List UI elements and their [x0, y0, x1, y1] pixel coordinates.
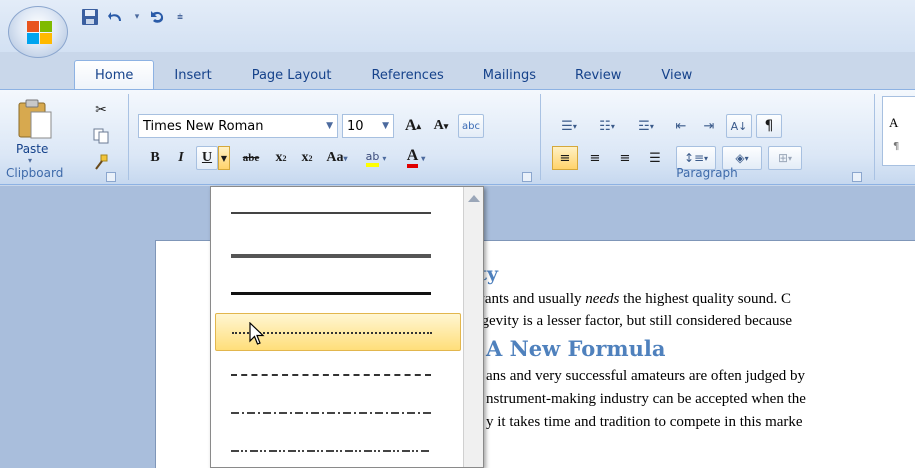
doc-line-3: ans and very successful amateurs are oft… — [486, 368, 806, 384]
multilevel-list-button[interactable]: ☲ ▾ — [628, 114, 664, 138]
copy-icon[interactable] — [88, 124, 114, 148]
underline-option-double[interactable] — [215, 235, 461, 273]
bullets-button[interactable]: ☰ ▾ — [552, 114, 586, 138]
change-case-button[interactable]: Aa ▾ — [322, 146, 352, 170]
clipboard-launcher-icon[interactable] — [106, 172, 116, 182]
paragraph-launcher-icon[interactable] — [852, 172, 862, 182]
underline-button[interactable]: U — [196, 146, 218, 170]
highlight-button[interactable]: ab ▾ — [358, 146, 394, 170]
mouse-cursor-icon — [249, 322, 265, 345]
paste-icon — [18, 99, 52, 139]
underline-option-dotted[interactable] — [215, 313, 461, 351]
quick-access-toolbar: ▾ ⩧ — [80, 4, 186, 30]
group-separator — [540, 94, 541, 180]
font-size-dropdown-icon: ▼ — [382, 121, 389, 131]
doc-line-5: y it takes time and tradition to compete… — [486, 414, 803, 430]
shrink-font-button[interactable]: A ▾ — [428, 114, 454, 138]
tab-references[interactable]: References — [351, 60, 463, 90]
office-button[interactable] — [8, 6, 68, 58]
tab-page-layout[interactable]: Page Layout — [232, 60, 352, 90]
clipboard-group-label: Clipboard — [6, 166, 64, 180]
scroll-up-icon[interactable] — [468, 195, 480, 202]
menu-scrollbar[interactable] — [463, 187, 483, 467]
underline-option-dashed[interactable] — [215, 355, 461, 393]
underline-style-menu — [210, 186, 484, 468]
strikethrough-button[interactable]: abe — [236, 146, 266, 170]
tab-view[interactable]: View — [641, 60, 712, 90]
font-size-value: 10 — [347, 118, 364, 134]
paste-button[interactable]: Paste ▾ — [8, 96, 58, 166]
doc-line-4: nstrument-making industry can be accepte… — [486, 391, 806, 407]
ribbon-tabs: Home Insert Page Layout References Maili… — [74, 60, 712, 90]
font-family-combo[interactable]: Times New Roman ▼ — [138, 114, 338, 138]
paragraph-group-label: Paragraph — [676, 166, 738, 180]
doc-line-2: ngevity is a lesser factor, but still co… — [474, 313, 793, 329]
sort-button[interactable]: A↓ — [726, 114, 752, 138]
tab-review[interactable]: Review — [555, 60, 641, 90]
style-preview: A — [889, 115, 899, 130]
title-bar: ▾ ⩧ — [0, 0, 915, 52]
subscript-button[interactable]: x2 — [270, 146, 292, 170]
superscript-button[interactable]: x2 — [296, 146, 318, 170]
tab-mailings[interactable]: Mailings — [464, 60, 555, 90]
underline-dropdown-button[interactable]: ▼ — [218, 146, 230, 170]
italic-button[interactable]: I — [170, 146, 192, 170]
tab-insert[interactable]: Insert — [154, 60, 231, 90]
customize-icon[interactable]: ⩧ — [174, 7, 186, 27]
font-family-value: Times New Roman — [143, 118, 264, 134]
styles-gallery[interactable]: A ¶ — [882, 96, 915, 166]
group-separator — [128, 94, 129, 180]
tab-home[interactable]: Home — [74, 60, 155, 90]
font-size-combo[interactable]: 10 ▼ — [342, 114, 394, 138]
decrease-indent-button[interactable]: ⇤ — [668, 114, 694, 138]
ribbon: Paste ▾ ✂ Clipboard Times New Roman ▼ 10… — [0, 89, 915, 185]
show-formatting-button[interactable]: ¶ — [756, 114, 782, 138]
increase-indent-button[interactable]: ⇥ — [696, 114, 722, 138]
paste-label: Paste — [16, 142, 49, 156]
doc-line-1: wants and usually needs the highest qual… — [474, 291, 792, 307]
underline-option-dot-dash[interactable] — [215, 393, 461, 431]
save-icon[interactable] — [80, 7, 100, 27]
font-color-button[interactable]: A ▾ — [398, 146, 434, 170]
undo-dropdown-icon[interactable]: ▾ — [132, 7, 142, 27]
undo-icon[interactable] — [106, 7, 126, 27]
group-separator — [874, 94, 875, 180]
font-launcher-icon[interactable] — [522, 172, 532, 182]
underline-option-single[interactable] — [215, 193, 461, 231]
underline-option-dot-dot-dash[interactable] — [215, 431, 461, 467]
doc-heading-2: A New Formula — [486, 336, 666, 361]
numbering-button[interactable]: ☷ ▾ — [590, 114, 624, 138]
font-family-dropdown-icon: ▼ — [326, 121, 333, 131]
style-pilcrow-icon: ¶ — [893, 141, 900, 152]
grow-font-button[interactable]: A ▴ — [400, 114, 426, 138]
underline-option-thick[interactable] — [215, 273, 461, 311]
office-logo-icon — [27, 21, 52, 44]
word-window: ▾ ⩧ Home Insert Page Layout References M… — [0, 0, 915, 468]
cut-icon[interactable]: ✂ — [88, 98, 114, 122]
bold-button[interactable]: B — [144, 146, 166, 170]
redo-icon[interactable] — [148, 7, 168, 27]
clear-formatting-button[interactable]: abc — [458, 114, 484, 138]
